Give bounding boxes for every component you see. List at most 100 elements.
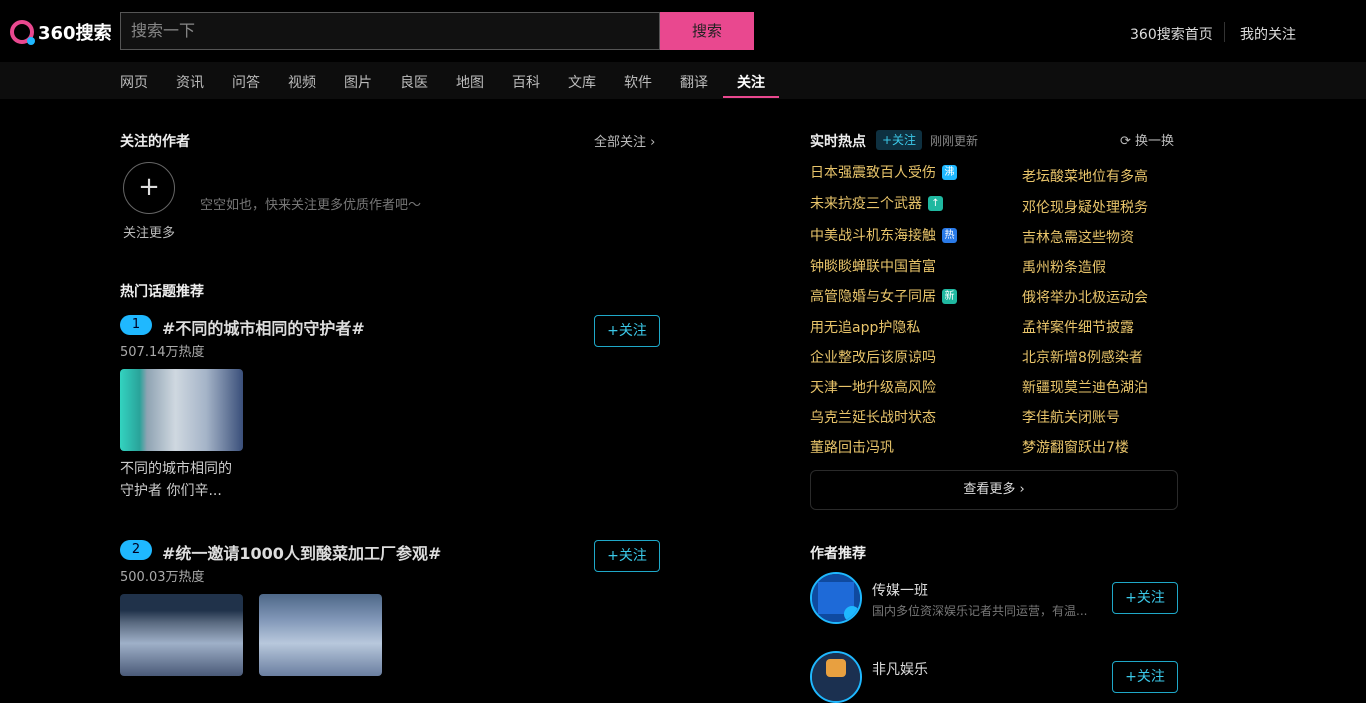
- nav-item-video[interactable]: 视频: [288, 72, 316, 92]
- top-header: 360搜索 搜索一下 搜索 360搜索首页 我的关注: [0, 0, 1366, 62]
- all-follow-label: 全部关注: [594, 135, 647, 150]
- author-name-1[interactable]: 传媒一班: [872, 580, 928, 600]
- topic-thumbnail-2b[interactable]: [259, 594, 382, 676]
- hot-item[interactable]: 中美战斗机东海接触热: [810, 225, 957, 245]
- hot-item-text: 俄将举办北极运动会: [1022, 290, 1148, 306]
- author-avatar-2[interactable]: [810, 651, 862, 703]
- add-more-label[interactable]: 关注更多: [123, 222, 175, 241]
- hot-item-text: 新疆现莫兰迪色湖泊: [1022, 380, 1148, 396]
- chevron-right-icon: ›: [650, 135, 656, 150]
- nav-item-baike[interactable]: 百科: [512, 72, 540, 92]
- nav-item-web[interactable]: 网页: [120, 72, 148, 92]
- logo-text: 360搜索: [38, 23, 112, 44]
- hot-item-text: 高管隐婚与女子同居: [810, 289, 936, 305]
- topic-rank-2: 2: [120, 540, 152, 560]
- topic-heat-2: 500.03万热度: [120, 570, 205, 585]
- hot-item-text: 用无追app护隐私: [810, 320, 921, 336]
- realtime-follow-badge[interactable]: +关注: [876, 130, 923, 150]
- hot-item[interactable]: 吉林急需这些物资: [1022, 227, 1134, 247]
- hot-item-text: 董路回击冯巩: [810, 440, 894, 456]
- hot-item[interactable]: 日本强震致百人受伤沸: [810, 162, 957, 182]
- hot-item[interactable]: 梦游翻窗跃出7楼: [1022, 437, 1129, 457]
- hot-item-text: 未来抗疫三个武器: [810, 196, 922, 212]
- hot-item[interactable]: 乌克兰延长战时状态: [810, 407, 936, 427]
- nav-item-translate[interactable]: 翻译: [680, 72, 708, 92]
- hot-item[interactable]: 企业整改后该原谅吗: [810, 347, 936, 367]
- nav-item-images[interactable]: 图片: [344, 72, 372, 92]
- my-follow-link[interactable]: 我的关注: [1240, 24, 1296, 44]
- author-avatar-1[interactable]: [810, 572, 862, 624]
- followed-authors-title: 关注的作者: [120, 134, 190, 150]
- hot-item[interactable]: 老坛酸菜地位有多高: [1022, 166, 1148, 186]
- refresh-icon: ⟳: [1120, 134, 1131, 149]
- nav-item-follow[interactable]: 关注: [737, 72, 765, 92]
- author-name-2[interactable]: 非凡娱乐: [872, 659, 928, 679]
- nav-item-doctor[interactable]: 良医: [400, 72, 428, 92]
- nav-active-underline: [723, 96, 779, 98]
- author-recommend-title: 作者推荐: [810, 546, 866, 562]
- see-more-button[interactable]: 查看更多 ›: [810, 470, 1178, 510]
- hot-tag-badge: 新: [942, 289, 957, 304]
- hot-item-text: 孟祥案件细节披露: [1022, 320, 1134, 336]
- realtime-hot-title: 实时热点: [810, 134, 866, 150]
- refresh-label: 换一换: [1135, 134, 1175, 149]
- nav-item-map[interactable]: 地图: [456, 72, 484, 92]
- refresh-button[interactable]: ⟳ 换一换: [1120, 130, 1174, 149]
- nav-bar: 网页 资讯 问答 视频 图片 良医 地图 百科 文库 软件 翻译 关注: [0, 62, 1366, 99]
- nav-item-software[interactable]: 软件: [624, 72, 652, 92]
- hot-item-text: 邓伦现身疑处理税务: [1022, 200, 1148, 216]
- hot-item[interactable]: 北京新增8例感染者: [1022, 347, 1143, 367]
- hot-item[interactable]: 禹州粉条造假: [1022, 257, 1106, 277]
- nav-item-library[interactable]: 文库: [568, 72, 596, 92]
- hot-item-text: 老坛酸菜地位有多高: [1022, 169, 1148, 185]
- hot-item[interactable]: 李佳航关闭账号: [1022, 407, 1120, 427]
- hot-item[interactable]: 董路回击冯巩: [810, 437, 894, 457]
- see-more-label: 查看更多: [963, 482, 1016, 497]
- hot-item[interactable]: 新疆现莫兰迪色湖泊: [1022, 377, 1148, 397]
- topic-thumbnail-1[interactable]: [120, 369, 243, 451]
- topic-rank-1: 1: [120, 315, 152, 335]
- hot-topics-title: 热门话题推荐: [120, 284, 204, 300]
- topic-title-2[interactable]: #统一邀请1000人到酸菜加工厂参观#: [162, 540, 441, 564]
- hot-item-text: 北京新增8例感染者: [1022, 350, 1143, 366]
- hot-item[interactable]: 天津一地升级高风险: [810, 377, 936, 397]
- hot-item[interactable]: 未来抗疫三个武器 ↑: [810, 193, 943, 213]
- hot-tag-badge: 沸: [942, 165, 957, 180]
- search-button[interactable]: 搜索: [660, 12, 754, 50]
- topic-follow-button-2[interactable]: +关注: [594, 540, 660, 572]
- divider: [1224, 22, 1225, 42]
- author-follow-button-2[interactable]: +关注: [1112, 661, 1178, 693]
- topic-caption-line: 不同的城市相同的: [120, 461, 232, 477]
- topic-follow-button-1[interactable]: +关注: [594, 315, 660, 347]
- add-author-button[interactable]: +: [123, 162, 175, 214]
- plus-icon: +: [138, 172, 160, 202]
- hot-item[interactable]: 俄将举办北极运动会: [1022, 287, 1148, 307]
- hot-item-text: 李佳航关闭账号: [1022, 410, 1120, 426]
- hot-item[interactable]: 孟祥案件细节披露: [1022, 317, 1134, 337]
- hot-item-text: 吉林急需这些物资: [1022, 230, 1134, 246]
- hot-tag-badge: ↑: [928, 196, 943, 211]
- nav-item-qa[interactable]: 问答: [232, 72, 260, 92]
- topic-heat-1: 507.14万热度: [120, 345, 205, 360]
- hot-item[interactable]: 钟睒睒蝉联中国首富: [810, 256, 936, 276]
- hot-item-text: 中美战斗机东海接触: [810, 228, 936, 244]
- hot-item-text: 梦游翻窗跃出7楼: [1022, 440, 1129, 456]
- topic-title-1[interactable]: #不同的城市相同的守护者#: [162, 315, 365, 339]
- logo-ring-icon: [10, 20, 35, 45]
- all-follow-link[interactable]: 全部关注 ›: [594, 131, 655, 150]
- author-follow-button-1[interactable]: +关注: [1112, 582, 1178, 614]
- hot-item[interactable]: 用无追app护隐私: [810, 317, 920, 337]
- hot-item[interactable]: 邓伦现身疑处理税务: [1022, 197, 1148, 217]
- search-input[interactable]: 搜索一下: [120, 12, 660, 50]
- hot-item-text: 企业整改后该原谅吗: [810, 350, 936, 366]
- hot-item[interactable]: 高管隐婚与女子同居新: [810, 286, 957, 306]
- hot-item-text: 钟睒睒蝉联中国首富: [810, 259, 936, 275]
- topic-thumbnail-2a[interactable]: [120, 594, 243, 676]
- nav-item-news[interactable]: 资讯: [176, 72, 204, 92]
- chevron-right-icon: ›: [1019, 482, 1025, 497]
- logo[interactable]: 360搜索: [10, 19, 112, 45]
- home-link[interactable]: 360搜索首页: [1130, 24, 1213, 44]
- hot-item-text: 乌克兰延长战时状态: [810, 410, 936, 426]
- author-avatar-image: [812, 653, 860, 701]
- topic-caption-1[interactable]: 不同的城市相同的 守护者 你们辛...: [120, 458, 250, 502]
